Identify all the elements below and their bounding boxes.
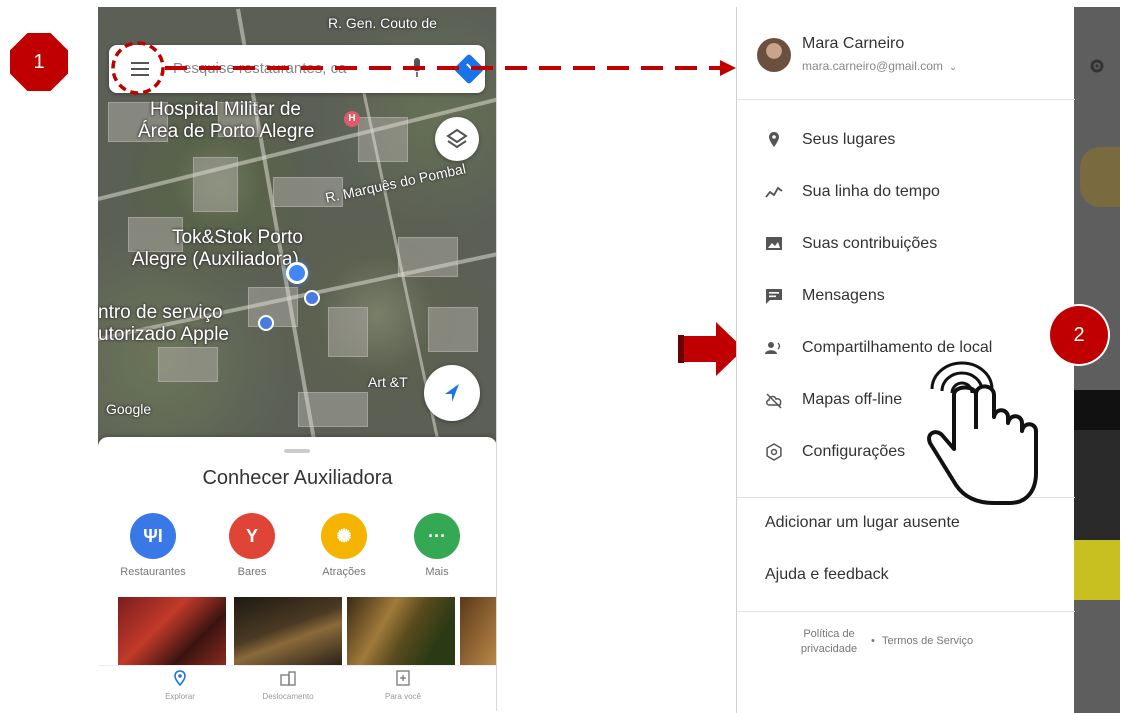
hospital-pin-icon[interactable]: H: [344, 111, 360, 127]
messages-icon: [766, 289, 782, 304]
footer-separator: •: [871, 635, 875, 647]
account-switcher[interactable]: mara.carneiro@gmail.com ⌄: [802, 59, 957, 73]
tab-label: Explorar: [165, 692, 195, 701]
timeline-icon: [765, 186, 783, 198]
attractions-icon: ✺: [321, 513, 367, 559]
settings-gear-icon: [766, 443, 782, 461]
location-pin-icon: [174, 670, 186, 686]
divider: [737, 99, 1075, 100]
privacy-policy-link[interactable]: Política de privacidade: [789, 627, 869, 657]
tap-hand-icon: [927, 361, 1038, 505]
category-bars[interactable]: Y Bares: [217, 513, 287, 578]
place-photo[interactable]: [234, 597, 342, 665]
tutorial-screenshot: R. Gen. Couto de Hospital Militar de Áre…: [0, 0, 1121, 713]
footer-links: Política de privacidade • Termos de Serv…: [737, 627, 1075, 667]
sheet-grabber[interactable]: [284, 449, 310, 453]
chevron-down-icon: ⌄: [948, 62, 958, 73]
for-you-icon: [396, 670, 410, 686]
shop-pin-icon[interactable]: [258, 315, 274, 331]
place-pin-icon: [769, 132, 779, 147]
more-icon: ···: [414, 513, 460, 559]
account-name: Mara Carneiro: [802, 35, 905, 52]
map-block: [428, 307, 478, 352]
menu-label: Configurações: [802, 443, 906, 460]
menu-label: Mapas off-line: [802, 391, 903, 408]
current-location-dot: [286, 262, 308, 284]
explore-sheet[interactable]: Conhecer Auxiliadora ΨΙ Restaurantes Y B…: [98, 437, 496, 711]
menu-item-your-places[interactable]: Seus lugares: [737, 121, 1075, 161]
divider: [737, 611, 1075, 612]
menu-item-messages[interactable]: Mensagens: [737, 277, 1075, 317]
offline-cloud-icon: [766, 393, 782, 409]
category-label: Bares: [237, 566, 267, 578]
menu-label: Mensagens: [802, 287, 885, 304]
background-thumbnail: [1080, 147, 1120, 207]
map-poi-label: ntro de serviço: [98, 302, 223, 323]
terms-of-service-link[interactable]: Termos de Serviço: [882, 635, 973, 647]
contributions-icon: [766, 237, 782, 250]
category-more[interactable]: ··· Mais: [402, 513, 472, 578]
map-poi-label: Tok&Stok Porto: [172, 227, 303, 248]
map-poi-label: Alegre (Auxiliadora): [132, 249, 299, 270]
photo-strip[interactable]: [118, 597, 496, 665]
tab-label: Deslocamento: [262, 692, 314, 701]
step-2-badge: 2: [1050, 306, 1108, 364]
background-banner-letter: [1074, 430, 1120, 540]
menu-label: Compartilhamento de local: [802, 339, 993, 356]
step-1-badge: 1: [10, 33, 68, 91]
add-missing-place-link[interactable]: Adicionar um lugar ausente: [765, 514, 960, 532]
category-label: Atrações: [322, 566, 366, 578]
tab-commute[interactable]: Deslocamento: [238, 670, 338, 701]
menu-label: Seus lugares: [802, 131, 896, 148]
my-location-button[interactable]: [424, 365, 480, 421]
map-block: [158, 347, 218, 382]
menu-item-contributions[interactable]: Suas contribuições: [737, 225, 1075, 265]
google-watermark: Google: [106, 401, 152, 417]
place-photo[interactable]: [118, 597, 226, 665]
layers-button[interactable]: [435, 117, 479, 161]
avatar[interactable]: [757, 38, 791, 72]
map-block: [328, 307, 368, 357]
help-feedback-link[interactable]: Ajuda e feedback: [765, 566, 889, 584]
sheet-title: Conhecer Auxiliadora: [202, 467, 393, 489]
hamburger-highlight-circle: [111, 41, 165, 95]
menu-label: Suas contribuições: [802, 235, 938, 252]
menu-item-timeline[interactable]: Sua linha do tempo: [737, 173, 1075, 213]
tab-for-you[interactable]: Para você: [353, 670, 453, 701]
privacy-line-2: privacidade: [800, 643, 858, 655]
category-label: Mais: [425, 566, 449, 578]
map-poi-label: Art &T: [368, 374, 408, 390]
maps-home-screen: R. Gen. Couto de Hospital Militar de Áre…: [98, 7, 497, 711]
shop-pin-icon[interactable]: [304, 290, 320, 306]
gear-icon: [1090, 59, 1104, 73]
map-poi-label: Área de Porto Alegre: [138, 121, 315, 142]
navigation-arrow-icon: [445, 384, 459, 402]
bottom-navigation: Explorar Deslocamento Para você: [98, 665, 496, 711]
category-restaurants[interactable]: ΨΙ Restaurantes: [118, 513, 188, 578]
privacy-line-1: Política de: [803, 628, 855, 640]
account-email: mara.carneiro@gmail.com: [802, 59, 943, 73]
location-sharing-icon: [765, 342, 781, 354]
fork-knife-icon: ΨΙ: [130, 513, 176, 559]
background-banner-yellow: [1074, 540, 1120, 600]
map-poi-label: utorizado Apple: [98, 324, 229, 345]
commute-icon: [280, 671, 296, 686]
dashed-connector: [111, 41, 736, 95]
cocktail-icon: Y: [229, 513, 275, 559]
dashed-arrow-head: [720, 60, 736, 76]
place-photo[interactable]: [460, 597, 496, 665]
map-street-label: R. Marquês do Pombal: [323, 160, 468, 206]
tab-explore[interactable]: Explorar: [130, 670, 230, 701]
category-attractions[interactable]: ✺ Atrações: [309, 513, 379, 578]
layers-icon: [446, 128, 468, 149]
category-label: Restaurantes: [120, 566, 186, 578]
maps-drawer-screen: Mara Carneiro mara.carneiro@gmail.com ⌄ S…: [736, 7, 1120, 713]
place-photo[interactable]: [347, 597, 455, 665]
menu-label: Sua linha do tempo: [802, 183, 940, 200]
background-banner-dark: [1074, 390, 1120, 430]
tab-label: Para você: [384, 692, 422, 701]
